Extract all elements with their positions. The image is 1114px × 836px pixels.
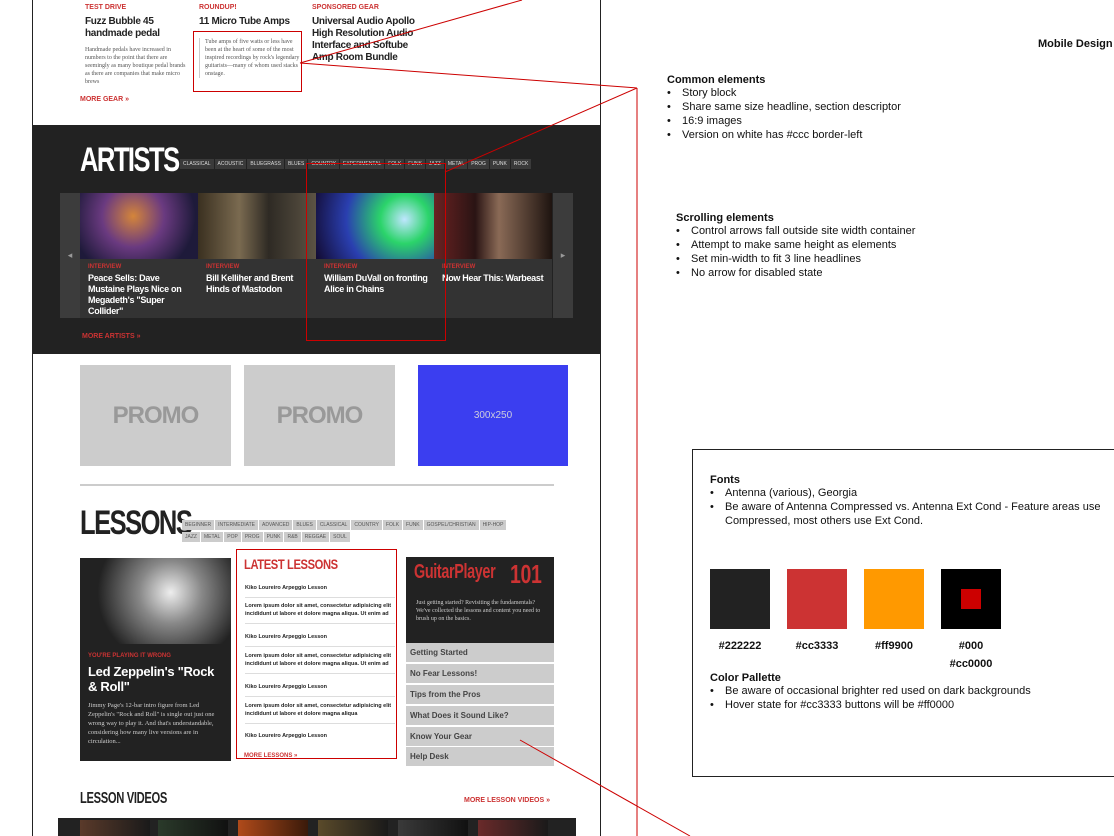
swatch-label: #000 — [958, 640, 984, 652]
common-elements-note: Common elements • Story block • Share same… — [667, 74, 987, 142]
note-title: Fonts — [710, 474, 740, 486]
connector-line — [519, 739, 691, 836]
scrolling-elements-note: Scrolling elements • Control arrows fall … — [676, 212, 996, 280]
swatch-label: #222222 — [718, 640, 762, 652]
note-item: Be aware of occasional brighter red used… — [725, 685, 1031, 697]
note-title: Scrolling elements — [676, 212, 774, 224]
fonts-note: Fonts • Antenna (various), Georgia • Be aw… — [710, 474, 1114, 528]
mobile-design-label: Mobile Design — [1038, 38, 1113, 50]
swatch-label: #cc3333 — [795, 640, 839, 652]
color-swatch — [864, 569, 924, 629]
note-item: Set min-width to fit 3 line headlines — [691, 253, 861, 265]
note-item: Story block — [682, 87, 737, 99]
color-swatch — [710, 569, 770, 629]
swatch-label: #cc0000 — [949, 658, 993, 670]
note-title: Common elements — [667, 74, 766, 86]
note-item: No arrow for disabled state — [691, 267, 823, 279]
inner-swatch — [961, 589, 981, 609]
connector-line — [299, 0, 523, 64]
connector-line — [444, 87, 638, 173]
palette-note: Color Pallette • Be aware of occasional b… — [710, 672, 1114, 712]
note-item: 16:9 images — [682, 115, 742, 127]
note-item: Version on white has #ccc border-left — [682, 129, 863, 141]
connector-line — [299, 62, 638, 89]
note-item: Share same size headline, section descri… — [682, 101, 901, 113]
note-title: Color Pallette — [710, 672, 781, 684]
color-swatch — [787, 569, 847, 629]
swatch-label: #ff9900 — [875, 640, 913, 652]
color-swatch — [941, 569, 1001, 629]
note-item: Attempt to make same height as elements — [691, 239, 897, 251]
note-item: Hover state for #cc3333 buttons will be … — [725, 699, 955, 711]
note-item: Be aware of Antenna Compressed vs. Anten… — [725, 501, 1101, 527]
note-item: Control arrows fall outside site width c… — [691, 225, 916, 237]
note-item: Antenna (various), Georgia — [725, 487, 858, 499]
